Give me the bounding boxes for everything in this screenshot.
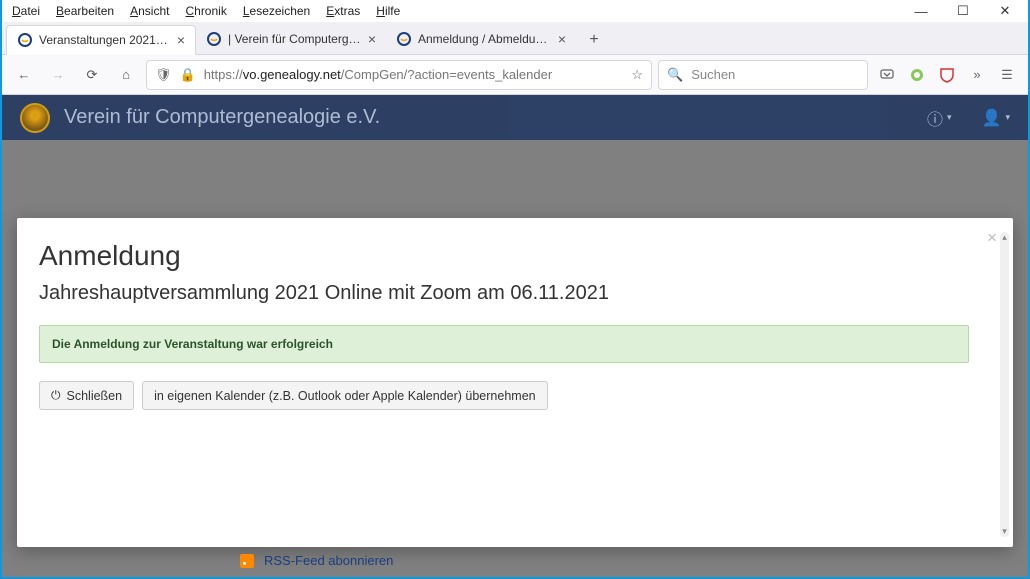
power-icon: ⏻: [51, 388, 61, 403]
menu-bearbeiten[interactable]: Bearbeiten: [56, 4, 114, 18]
info-menu[interactable]: ⓘ▾: [927, 106, 952, 130]
overflow-icon[interactable]: »: [968, 66, 986, 84]
modal-subheading: Jahreshauptversammlung 2021 Online mit Z…: [39, 282, 991, 305]
reload-button[interactable]: ⟳: [78, 61, 106, 89]
chevron-down-icon: ▾: [1005, 112, 1010, 123]
tab-close-icon[interactable]: ×: [177, 32, 185, 48]
scroll-up-icon[interactable]: ▴: [1002, 232, 1007, 243]
window-close-icon[interactable]: ✕: [998, 3, 1012, 19]
browser-tabstrip: Veranstaltungen 2021 | Verein f… × | Ver…: [2, 22, 1028, 55]
search-placeholder: Suchen: [691, 67, 735, 82]
export-button-label: in eigenen Kalender (z.B. Outlook oder A…: [154, 389, 536, 403]
user-menu[interactable]: 👤▾: [982, 106, 1010, 130]
browser-toolbar: ← → ⟳ ⌂ 🛡 🔒 https://vo.genealogy.net/Com…: [2, 55, 1028, 95]
bookmark-star-icon[interactable]: ☆: [631, 67, 643, 83]
menu-hilfe[interactable]: Hilfe: [376, 4, 400, 18]
window-minimize-icon[interactable]: —: [914, 4, 928, 19]
rss-link[interactable]: RSS-Feed abonnieren: [264, 553, 393, 568]
success-alert: Die Anmeldung zur Veranstaltung war erfo…: [39, 325, 969, 363]
tab-close-icon[interactable]: ×: [368, 31, 376, 47]
menu-chronik[interactable]: Chronik: [185, 4, 226, 18]
back-button[interactable]: ←: [10, 61, 38, 89]
browser-tab-2[interactable]: Anmeldung / Abmeldung: Jahre… ×: [386, 24, 576, 54]
modal-scrollbar[interactable]: ▴ ▾: [1000, 232, 1009, 537]
site-header: Verein für Computergenealogie e.V. ⓘ▾ 👤▾: [2, 95, 1028, 140]
ublock-icon[interactable]: [938, 66, 956, 84]
search-bar[interactable]: 🔍 Suchen: [658, 60, 868, 90]
shield-icon[interactable]: 🛡: [155, 67, 172, 83]
tab-title: | Verein für Computergenealogie: [228, 32, 362, 46]
lock-icon[interactable]: 🔒: [180, 67, 196, 83]
tab-title: Veranstaltungen 2021 | Verein f…: [39, 33, 171, 47]
extension-icon[interactable]: [908, 66, 926, 84]
search-icon: 🔍: [667, 67, 683, 83]
rss-icon[interactable]: [240, 554, 254, 568]
forward-button[interactable]: →: [44, 61, 72, 89]
browser-tab-1[interactable]: | Verein für Computergenealogie ×: [196, 24, 386, 54]
window-maximize-icon[interactable]: ☐: [956, 3, 970, 19]
hamburger-menu-icon[interactable]: ☰: [998, 66, 1016, 84]
footer-row: RSS-Feed abonnieren: [240, 550, 1016, 571]
close-button-label: Schließen: [67, 389, 123, 403]
pocket-icon[interactable]: [878, 66, 896, 84]
os-menubar: Datei Bearbeiten Ansicht Chronik Lesezei…: [2, 0, 1028, 22]
favicon-icon: [396, 31, 412, 47]
info-icon: ⓘ: [927, 106, 943, 130]
url-text: https://vo.genealogy.net/CompGen/?action…: [204, 67, 624, 82]
url-bar[interactable]: 🛡 🔒 https://vo.genealogy.net/CompGen/?ac…: [146, 60, 652, 90]
chevron-down-icon: ▾: [947, 112, 952, 123]
menu-ansicht[interactable]: Ansicht: [130, 4, 169, 18]
registration-modal: × Anmeldung Jahreshauptversammlung 2021 …: [17, 218, 1013, 547]
site-logo[interactable]: [20, 103, 50, 133]
close-button[interactable]: ⏻ Schließen: [39, 381, 134, 410]
favicon-icon: [17, 32, 33, 48]
menu-lesezeichen[interactable]: Lesezeichen: [243, 4, 310, 18]
modal-heading: Anmeldung: [39, 240, 991, 272]
scroll-down-icon[interactable]: ▾: [1002, 526, 1007, 537]
browser-tab-0[interactable]: Veranstaltungen 2021 | Verein f… ×: [6, 25, 196, 55]
menu-extras[interactable]: Extras: [326, 4, 360, 18]
modal-close-button[interactable]: ×: [987, 228, 997, 248]
site-title: Verein für Computergenealogie e.V.: [64, 106, 380, 129]
page-background: Verein für Computergenealogie e.V. ⓘ▾ 👤▾…: [2, 95, 1028, 577]
menu-datei[interactable]: Datei: [12, 4, 40, 18]
home-button[interactable]: ⌂: [112, 61, 140, 89]
tab-close-icon[interactable]: ×: [558, 31, 566, 47]
export-calendar-button[interactable]: in eigenen Kalender (z.B. Outlook oder A…: [142, 381, 548, 410]
new-tab-button[interactable]: +: [580, 26, 608, 54]
user-icon: 👤: [982, 108, 1002, 128]
favicon-icon: [206, 31, 222, 47]
tab-title: Anmeldung / Abmeldung: Jahre…: [418, 32, 552, 46]
